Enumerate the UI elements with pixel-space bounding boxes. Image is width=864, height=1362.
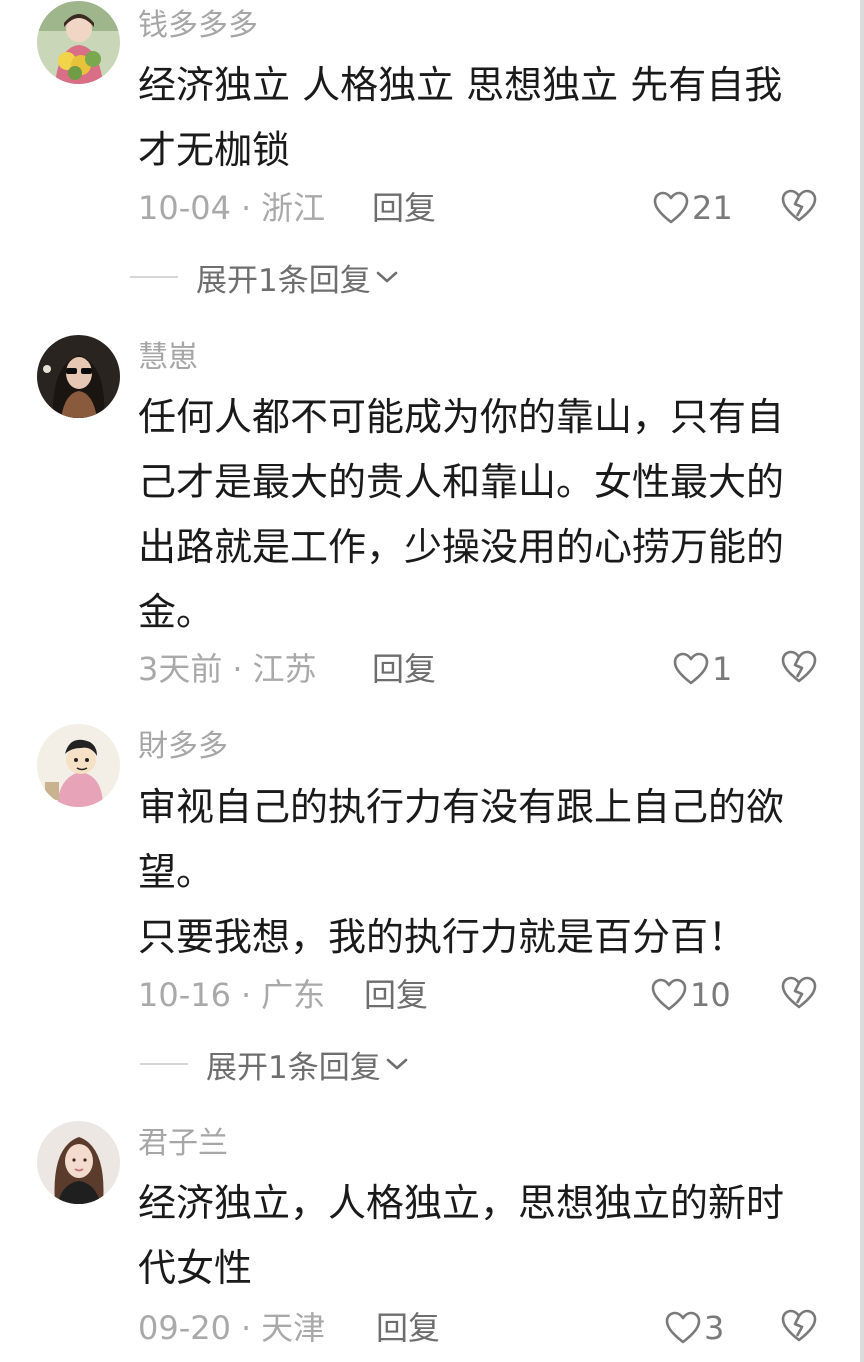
- reply-button[interactable]: 回复: [376, 1308, 440, 1348]
- like-button[interactable]: 1: [672, 649, 732, 689]
- heart-icon: [665, 1311, 701, 1344]
- like-count: 1: [712, 650, 733, 688]
- comment-meta: 3天前 · 江苏: [138, 649, 317, 689]
- heart-icon: [653, 191, 689, 224]
- dislike-button[interactable]: [780, 188, 820, 228]
- comment-meta: 10-16 · 广东: [138, 975, 325, 1015]
- divider: [130, 276, 178, 278]
- divider: [140, 1063, 188, 1065]
- broken-heart-icon: [781, 189, 817, 222]
- avatar-cartoon-character-icon: [37, 724, 120, 807]
- comment-text: 经济独立 人格独立 思想独立 先有自我 才无枷锁: [138, 53, 818, 183]
- avatar[interactable]: [37, 724, 120, 807]
- comment-text-line: 只要我想，我的执行力就是百分百！: [138, 915, 747, 959]
- username[interactable]: 钱多多多: [138, 6, 258, 46]
- comment-date: 10-16: [138, 976, 231, 1014]
- avatar-woman-portrait-icon: [37, 1121, 120, 1204]
- comment-text: 任何人都不可能成为你的靠山，只有自 己才是最大的贵人和靠山。女性最大的 出路就是…: [138, 385, 818, 645]
- like-count: 21: [692, 189, 733, 227]
- meta-separator: ·: [232, 650, 243, 688]
- comment-text-line: 金。: [138, 590, 215, 634]
- comment-date: 10-04: [138, 189, 231, 227]
- heart-icon: [651, 978, 687, 1011]
- like-button[interactable]: 10: [650, 975, 731, 1015]
- avatar-woman-flowers-icon: [37, 1, 120, 84]
- like-button[interactable]: 21: [652, 188, 733, 228]
- like-button[interactable]: 3: [664, 1308, 724, 1348]
- dislike-button[interactable]: [780, 1308, 820, 1348]
- comment-date: 09-20: [138, 1309, 231, 1347]
- comment-location: 天津: [261, 1309, 326, 1347]
- comment-text-line: 审视自己的执行力有没有跟上自己的欲: [138, 785, 785, 829]
- broken-heart-icon: [781, 650, 817, 683]
- chevron-down-icon: [376, 271, 398, 283]
- dislike-button[interactable]: [780, 649, 820, 689]
- comment-text: 经济独立，人格独立，思想独立的新时 代女性: [138, 1171, 818, 1301]
- broken-heart-icon: [781, 976, 817, 1009]
- comment-text-line: 代女性: [138, 1246, 253, 1290]
- username[interactable]: 君子兰: [138, 1124, 228, 1164]
- broken-heart-icon: [781, 1309, 817, 1342]
- reply-button[interactable]: 回复: [372, 188, 436, 228]
- avatar[interactable]: [37, 335, 120, 418]
- expand-replies-label: 展开1条回复: [206, 1049, 381, 1086]
- comment-location: 浙江: [261, 189, 326, 227]
- dislike-button[interactable]: [780, 975, 820, 1015]
- heart-icon: [673, 652, 709, 685]
- comment-location: 广东: [261, 976, 326, 1014]
- meta-separator: ·: [240, 1309, 252, 1347]
- username[interactable]: 財多多: [138, 727, 228, 767]
- comment-text-line: 才无枷锁: [138, 128, 291, 172]
- comment-text-line: 经济独立，人格独立，思想独立的新时: [138, 1181, 785, 1225]
- avatar[interactable]: [37, 1, 120, 84]
- meta-separator: ·: [240, 976, 252, 1014]
- comment-text: 审视自己的执行力有没有跟上自己的欲 望。 只要我想，我的执行力就是百分百！: [138, 775, 818, 970]
- comment-text-line: 出路就是工作，少操没用的心捞万能的: [138, 525, 785, 569]
- expand-replies-label: 展开1条回复: [196, 262, 371, 299]
- like-count: 3: [704, 1309, 725, 1347]
- comment-date: 3天前: [138, 650, 223, 688]
- comment-location: 江苏: [252, 650, 317, 688]
- comment-meta: 09-20 · 天津: [138, 1308, 325, 1348]
- reply-button[interactable]: 回复: [364, 975, 428, 1015]
- reply-button[interactable]: 回复: [372, 649, 436, 689]
- comment-text-line: 任何人都不可能成为你的靠山，只有自: [138, 395, 785, 439]
- meta-separator: ·: [240, 189, 252, 227]
- expand-replies-button[interactable]: 展开1条回复: [140, 1044, 409, 1086]
- comment-text-line: 己才是最大的贵人和靠山。女性最大的: [138, 460, 785, 504]
- username[interactable]: 慧崽: [138, 338, 198, 378]
- avatar-woman-sunglasses-icon: [37, 335, 120, 418]
- like-count: 10: [690, 976, 731, 1014]
- avatar[interactable]: [37, 1121, 120, 1204]
- comment-text-line: 经济独立 人格独立 思想独立 先有自我: [138, 63, 783, 107]
- chevron-down-icon: [386, 1058, 408, 1070]
- comment-text-line: 望。: [138, 850, 215, 894]
- comment-meta: 10-04 · 浙江: [138, 188, 325, 228]
- screen-edge: [860, 0, 864, 1362]
- expand-replies-button[interactable]: 展开1条回复: [130, 257, 399, 299]
